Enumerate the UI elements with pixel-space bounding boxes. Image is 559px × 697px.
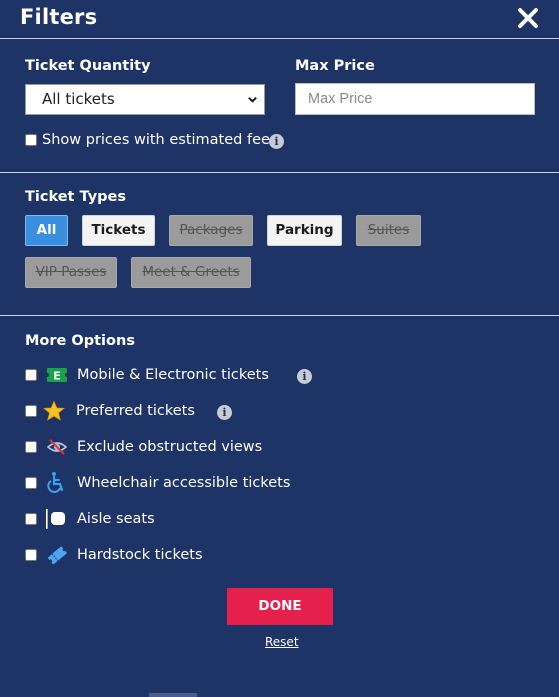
ticket-quantity-select[interactable]: All tickets [25, 84, 265, 115]
preferred-tickets-label: Preferred tickets [76, 403, 195, 419]
wheelchair-checkbox[interactable] [25, 477, 37, 489]
more-options-section: More Options E Mobile & Electronic ticke… [0, 316, 559, 697]
obstructed-views-label: Exclude obstructed views [77, 439, 263, 455]
chip-parking[interactable]: Parking [267, 215, 342, 246]
reset-link[interactable]: Reset [265, 635, 299, 649]
ticket-types-section: Ticket Types All Tickets Packages Parkin… [0, 173, 559, 316]
svg-text:E: E [53, 370, 61, 383]
filters-header: Filters [0, 0, 559, 39]
preferred-tickets-checkbox[interactable] [25, 405, 37, 417]
estimated-fees-label: Show prices with estimated fees [42, 132, 278, 148]
hardstock-ticket-icon [47, 546, 67, 565]
hardstock-tickets-checkbox[interactable] [25, 549, 37, 561]
electronic-ticket-icon: E [46, 368, 68, 383]
star-icon [43, 400, 65, 421]
info-icon[interactable]: i [297, 369, 312, 384]
ticket-types-label: Ticket Types [25, 189, 126, 205]
max-price-input[interactable] [295, 83, 535, 115]
chip-meet-greets: Meet & Greets [131, 257, 251, 288]
price-quantity-section: Ticket Quantity All tickets Max Price Sh… [0, 39, 559, 173]
aisle-seats-checkbox[interactable] [25, 513, 37, 525]
chevron-down-icon [248, 97, 257, 103]
obstructed-view-icon [46, 439, 68, 455]
info-icon[interactable]: i [269, 134, 284, 149]
hardstock-tickets-label: Hardstock tickets [77, 547, 203, 563]
aisle-seats-label: Aisle seats [77, 511, 155, 527]
mobile-tickets-label: Mobile & Electronic tickets [77, 367, 269, 383]
close-icon[interactable] [516, 6, 540, 30]
aisle-seat-icon [46, 509, 65, 529]
chip-packages: Packages [169, 215, 253, 246]
chip-vip-passes: VIP Passes [25, 257, 117, 288]
chip-tickets[interactable]: Tickets [82, 215, 155, 246]
chip-all[interactable]: All [25, 215, 68, 246]
chip-suites: Suites [356, 215, 421, 246]
ticket-quantity-label: Ticket Quantity [25, 58, 151, 74]
done-button[interactable]: DONE [227, 588, 333, 625]
wheelchair-icon [47, 472, 64, 493]
obstructed-views-checkbox[interactable] [25, 441, 37, 453]
ticket-quantity-value: All tickets [42, 90, 115, 108]
estimated-fees-checkbox[interactable] [25, 134, 37, 146]
scroll-handle [149, 693, 197, 697]
max-price-label: Max Price [295, 58, 375, 74]
page-title: Filters [20, 5, 98, 29]
mobile-tickets-checkbox[interactable] [25, 369, 37, 381]
info-icon[interactable]: i [217, 405, 232, 420]
wheelchair-label: Wheelchair accessible tickets [77, 475, 291, 491]
more-options-label: More Options [25, 333, 135, 349]
